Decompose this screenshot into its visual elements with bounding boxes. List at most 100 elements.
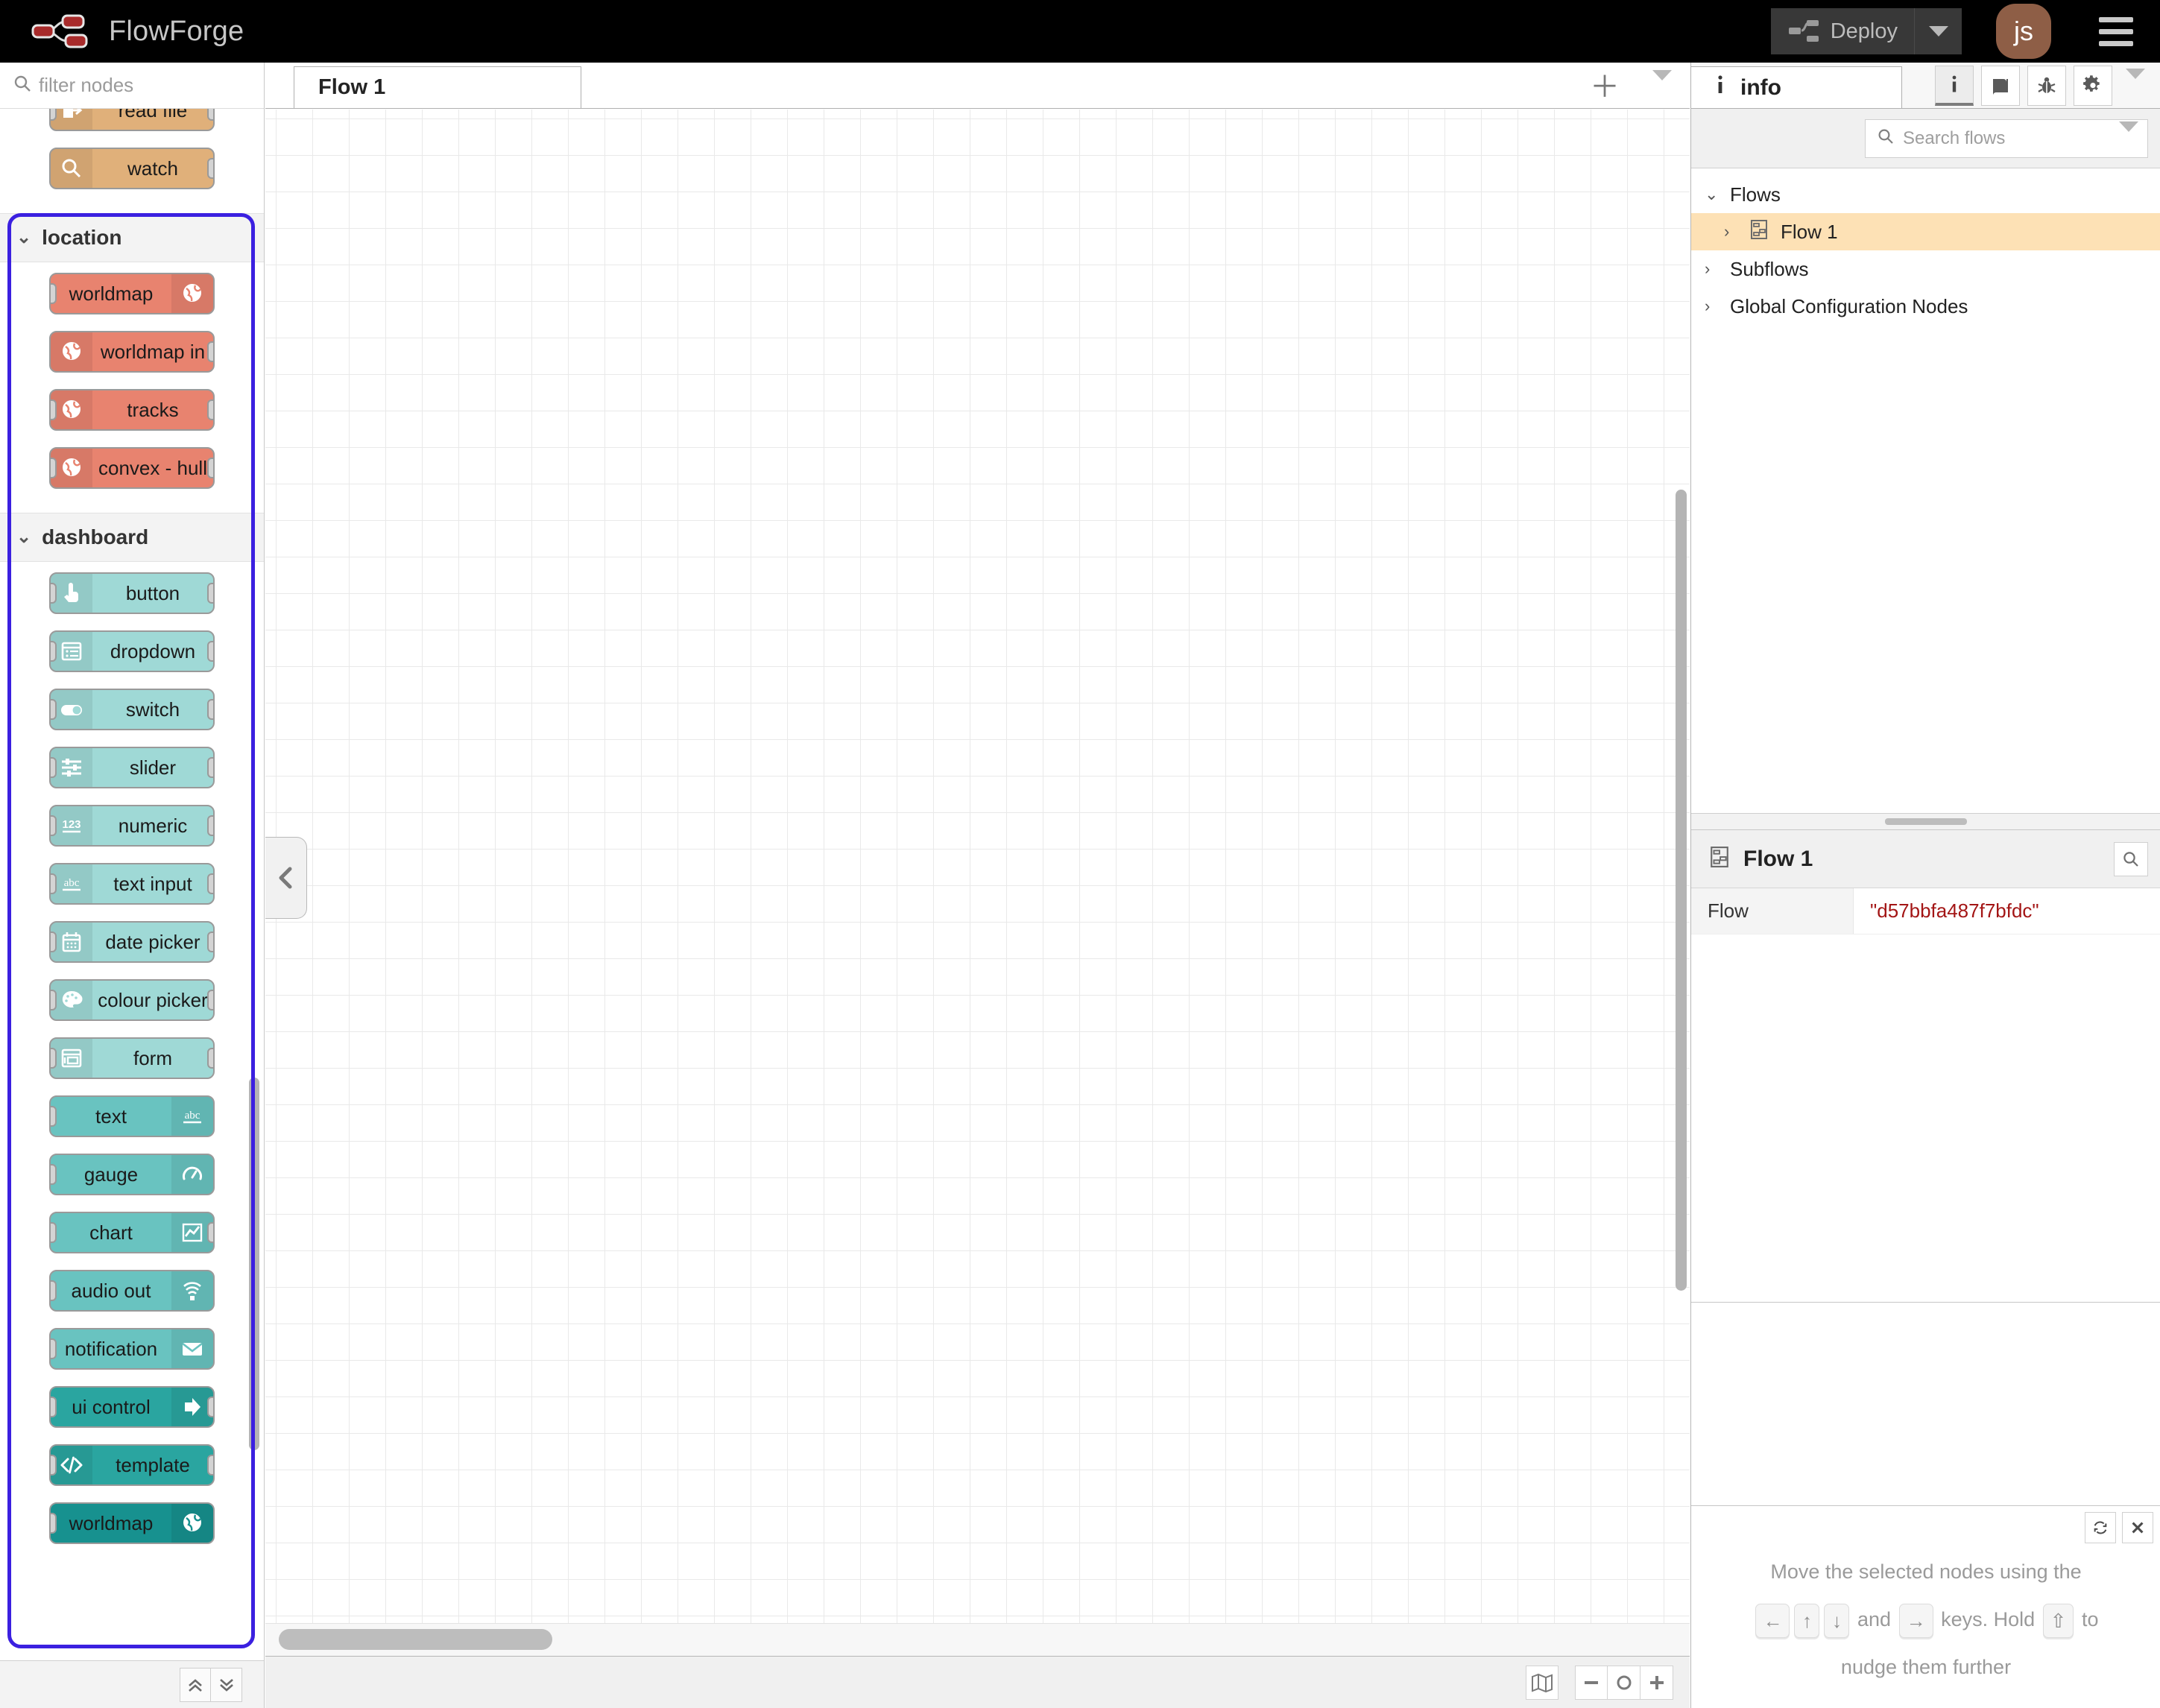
- zoom-out-button[interactable]: [1575, 1665, 1608, 1700]
- canvas-vertical-scrollbar[interactable]: [1676, 490, 1687, 1291]
- book-help-icon[interactable]: [1981, 66, 2020, 106]
- node-output-port[interactable]: [207, 699, 213, 720]
- flow-tab-flow-1[interactable]: Flow 1: [294, 66, 581, 108]
- palette-category-location[interactable]: ⌄ location: [0, 213, 264, 262]
- deploy-dropdown-caret-icon[interactable]: [1914, 8, 1962, 54]
- node-input-port[interactable]: [51, 873, 57, 894]
- palette-node-worldmap-in[interactable]: worldmap in: [49, 331, 215, 373]
- palette-collapse-toggle[interactable]: [265, 837, 307, 919]
- flow-tab-menu-caret-icon[interactable]: [1652, 70, 1672, 94]
- bug-debug-icon[interactable]: [2027, 66, 2066, 106]
- palette-node-gauge[interactable]: gauge: [49, 1154, 215, 1195]
- refresh-icon[interactable]: [2085, 1512, 2116, 1543]
- node-input-port[interactable]: [51, 458, 57, 478]
- node-output-port[interactable]: [207, 873, 213, 894]
- node-input-port[interactable]: [51, 932, 57, 952]
- tree-item-subflows[interactable]: › Subflows: [1691, 250, 2160, 288]
- palette-node-button[interactable]: button: [49, 572, 215, 614]
- palette-node-numeric[interactable]: 123 numeric: [49, 805, 215, 847]
- palette-filter-row[interactable]: filter nodes: [0, 63, 264, 109]
- palette-node-worldmap-dashboard[interactable]: worldmap: [49, 1502, 215, 1544]
- node-output-port[interactable]: [207, 1397, 213, 1417]
- node-output-port[interactable]: [207, 1048, 213, 1069]
- palette-node-worldmap-out[interactable]: worldmap: [49, 273, 215, 314]
- node-output-port[interactable]: [207, 399, 213, 420]
- palette-node-chart[interactable]: chart: [49, 1212, 215, 1253]
- canvas-horizontal-scrollbar-track[interactable]: [265, 1623, 1690, 1656]
- chevron-right-icon[interactable]: ›: [1705, 259, 1718, 279]
- palette-node-watch[interactable]: watch: [49, 148, 215, 189]
- node-output-port[interactable]: [207, 990, 213, 1010]
- palette-node-form[interactable]: form: [49, 1037, 215, 1079]
- flow-detail-search-button[interactable]: [2114, 841, 2148, 876]
- node-input-port[interactable]: [51, 699, 57, 720]
- palette-node-audio-out[interactable]: audio out: [49, 1270, 215, 1312]
- node-input-port[interactable]: [51, 757, 57, 778]
- palette-node-convex-hull[interactable]: convex - hull: [49, 447, 215, 489]
- map-icon[interactable]: [1526, 1665, 1559, 1700]
- node-input-port[interactable]: [51, 583, 57, 604]
- tree-item-flows[interactable]: ⌄ Flows: [1691, 176, 2160, 213]
- hamburger-menu-icon[interactable]: [2099, 16, 2133, 46]
- search-flows-input[interactable]: Search flows: [1865, 118, 2148, 158]
- node-input-port[interactable]: [51, 1280, 57, 1301]
- node-output-port[interactable]: [207, 932, 213, 952]
- node-input-port[interactable]: [51, 283, 57, 304]
- node-output-port[interactable]: [207, 641, 213, 662]
- chevron-down-icon[interactable]: ⌄: [1705, 185, 1718, 204]
- node-output-port[interactable]: [207, 109, 213, 121]
- sidebar-panel-divider[interactable]: [1691, 814, 2160, 830]
- node-output-port[interactable]: [207, 583, 213, 604]
- gear-settings-icon[interactable]: [2074, 66, 2112, 106]
- node-input-port[interactable]: [51, 1164, 57, 1185]
- user-avatar[interactable]: js: [1996, 4, 2051, 59]
- node-input-port[interactable]: [51, 1106, 57, 1127]
- collapse-all-categories-button[interactable]: [180, 1667, 211, 1702]
- sidebar-more-tabs-caret-icon[interactable]: [2126, 69, 2145, 92]
- deploy-button[interactable]: Deploy: [1770, 8, 1962, 54]
- node-input-port[interactable]: [51, 1338, 57, 1359]
- node-output-port[interactable]: [207, 158, 213, 179]
- palette-scrollbar-thumb[interactable]: [249, 1078, 259, 1450]
- expand-all-categories-button[interactable]: [211, 1667, 242, 1702]
- node-input-port[interactable]: [51, 109, 57, 121]
- add-flow-tab-button[interactable]: ＋: [1590, 72, 1620, 102]
- palette-node-dropdown[interactable]: dropdown: [49, 630, 215, 672]
- zoom-reset-button[interactable]: [1608, 1665, 1640, 1700]
- palette-node-tracks[interactable]: tracks: [49, 389, 215, 431]
- palette-node-date-picker[interactable]: date picker: [49, 921, 215, 963]
- close-x-icon[interactable]: [2122, 1512, 2153, 1543]
- chevron-right-icon[interactable]: ›: [1724, 222, 1737, 241]
- node-output-port[interactable]: [207, 341, 213, 362]
- palette-node-colour-picker[interactable]: colour picker: [49, 979, 215, 1021]
- zoom-in-button[interactable]: [1640, 1665, 1673, 1700]
- palette-node-text-input[interactable]: abc text input: [49, 863, 215, 905]
- palette-node-slider[interactable]: slider: [49, 747, 215, 788]
- search-flows-caret-icon[interactable]: [2119, 121, 2138, 145]
- palette-scrollbar[interactable]: [249, 1078, 259, 1450]
- node-input-port[interactable]: [51, 641, 57, 662]
- node-input-port[interactable]: [51, 1513, 57, 1534]
- palette-node-notification[interactable]: notification: [49, 1328, 215, 1370]
- node-input-port[interactable]: [51, 815, 57, 836]
- palette-category-dashboard[interactable]: ⌄ dashboard: [0, 513, 264, 562]
- node-output-port[interactable]: [207, 757, 213, 778]
- node-input-port[interactable]: [51, 990, 57, 1010]
- node-output-port[interactable]: [207, 815, 213, 836]
- node-input-port[interactable]: [51, 1222, 57, 1243]
- node-output-port[interactable]: [207, 1222, 213, 1243]
- palette-node-template[interactable]: template: [49, 1444, 215, 1486]
- palette-node-ui-control[interactable]: ui control: [49, 1386, 215, 1428]
- chevron-right-icon[interactable]: ›: [1705, 297, 1718, 316]
- node-output-port[interactable]: [207, 458, 213, 478]
- tree-item-global-config-nodes[interactable]: › Global Configuration Nodes: [1691, 288, 2160, 325]
- sidebar-resize-handle[interactable]: [1687, 63, 1695, 1708]
- info-icon[interactable]: [1935, 66, 1974, 106]
- canvas-horizontal-scrollbar-thumb[interactable]: [279, 1629, 552, 1650]
- node-input-port[interactable]: [51, 399, 57, 420]
- palette-node-switch[interactable]: switch: [49, 689, 215, 730]
- node-output-port[interactable]: [207, 1455, 213, 1475]
- palette-scroll-area[interactable]: read file watch ⌄ location worldmap worl…: [0, 109, 264, 1660]
- palette-node-read-file[interactable]: read file: [49, 109, 215, 131]
- node-input-port[interactable]: [51, 1048, 57, 1069]
